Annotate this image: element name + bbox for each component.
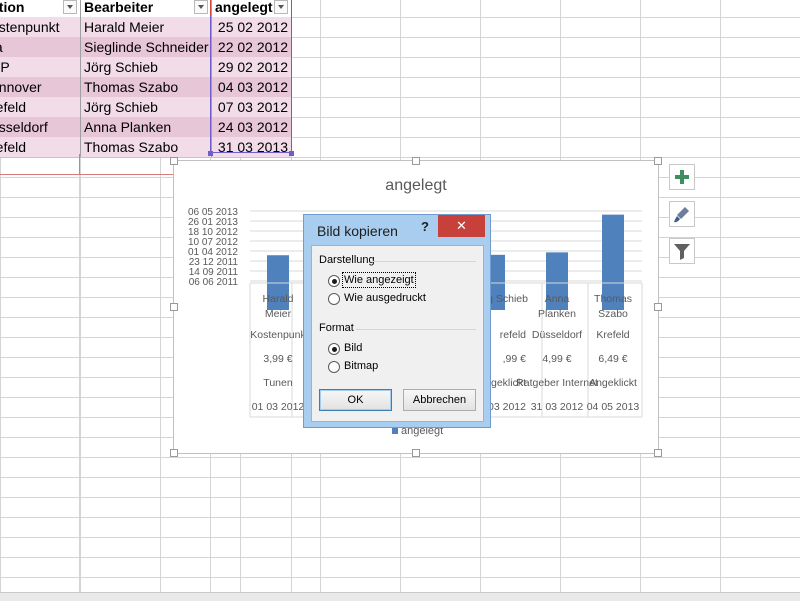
dialog-body: Darstellung Wie angezeigt Wie ausgedruck… [311,245,484,422]
data-table-cell: Ratgeber Internet [516,377,598,389]
close-icon: ✕ [456,218,467,233]
table-row[interactable]: fa Sieglinde Schneider 22 02 2012 [0,37,292,58]
filter-icon [674,244,690,260]
resize-handle[interactable] [412,157,420,165]
resize-handle[interactable] [654,157,662,165]
chart-styles-button[interactable] [669,201,695,227]
cell-bearbeiter[interactable]: Sieglinde Schneider [80,37,211,57]
cell-angelegt[interactable]: 29 02 2012 [211,57,291,77]
category-label: Planken [538,308,576,320]
label-picture[interactable]: Bild [344,342,362,354]
cell-aktion[interactable]: refeld [0,99,26,115]
appearance-group-label: Darstellung [319,254,375,266]
data-table-cell: 01 03 2012 [252,401,305,413]
resize-handle[interactable] [412,449,420,457]
data-table-cell: 04 05 2013 [587,401,640,413]
data-table-cell: Krefeld [596,329,629,341]
brush-icon [674,207,689,223]
data-table-cell: 4,99 € [542,353,571,365]
cell-bearbeiter[interactable]: Anna Planken [80,117,211,137]
cell-angelegt[interactable]: 22 02 2012 [211,37,291,57]
range-highlight-header [210,0,292,15]
radio-picture[interactable] [328,343,340,355]
radio-bitmap[interactable] [328,361,340,373]
data-table-cell: 03 2012 [488,401,526,413]
y-tick-label: 06 06 2011 [189,277,239,288]
cell-bearbeiter[interactable]: Harald Meier [80,17,211,37]
table-row[interactable]: XP Jörg Schieb 29 02 2012 [0,57,292,78]
data-table-cell: Kostenpunk [250,329,306,341]
resize-handle[interactable] [654,303,662,311]
category-label: Meier [265,308,292,320]
format-group-label: Format [319,322,354,334]
chart-filters-button[interactable] [669,238,695,264]
resize-handle[interactable] [170,303,178,311]
category-label: Harald [263,293,294,305]
legend-swatch [392,428,398,435]
label-as-shown-on-screen[interactable]: Wie angezeigt [342,272,416,288]
category-label: Anna [545,293,570,305]
radio-as-shown-on-screen[interactable] [328,275,340,287]
cell-bearbeiter[interactable]: Thomas Szabo [80,77,211,97]
cell-angelegt[interactable]: 07 03 2012 [211,97,291,117]
cell-aktion[interactable]: refeld [0,139,26,155]
table-row[interactable]: üsseldorf Anna Planken 24 03 2012 [0,117,292,138]
header-cell-bearbeiter[interactable]: Bearbeiter [80,0,211,17]
data-table-cell: Düsseldorf [532,329,582,341]
data-table-cell: ,99 € [503,353,527,365]
cell-aktion[interactable]: ostenpunkt [0,19,60,35]
data-table-cell: refeld [500,329,526,341]
filter-dropdown-aktion[interactable] [63,0,77,14]
cell-bearbeiter[interactable]: Jörg Schieb [80,97,211,117]
data-table-cell: Angeklickt [589,377,637,389]
category-label: Thomas [594,293,632,305]
data-table-cell: 6,49 € [598,353,627,365]
filter-dropdown-bearbeiter[interactable] [194,0,208,14]
cell-aktion[interactable]: XP [0,59,10,75]
cell-bearbeiter[interactable]: Jörg Schieb [80,57,211,77]
category-label: g Schieb [487,293,528,305]
chart-elements-button[interactable] [669,164,695,190]
data-table-cell: 3,99 € [263,353,292,365]
cancel-button[interactable]: Abbrechen [403,389,476,411]
radio-as-shown-when-printed[interactable] [328,293,340,305]
cell-angelegt[interactable]: 04 03 2012 [211,77,291,97]
label-as-shown-when-printed[interactable]: Wie ausgedruckt [344,292,426,304]
copy-picture-dialog[interactable]: Bild kopieren ? ✕ Darstellung Wie angeze… [303,214,491,428]
ok-button[interactable]: OK [319,389,392,411]
data-table-cell: 31 03 2012 [531,401,584,413]
cell-aktion[interactable]: annover [0,79,42,95]
dialog-title: Bild kopieren [317,223,398,239]
cell-angelegt[interactable]: 24 03 2012 [211,117,291,137]
cell-angelegt[interactable]: 25 02 2012 [211,17,291,37]
cell-aktion[interactable]: fa [0,39,3,55]
data-table-cell: Tunen [263,377,293,389]
close-button[interactable]: ✕ [438,215,485,237]
plus-icon [675,170,689,184]
resize-handle[interactable] [170,449,178,457]
table-row[interactable]: ostenpunkt Harald Meier 25 02 2012 [0,17,292,38]
resize-handle[interactable] [654,449,662,457]
label-bitmap[interactable]: Bitmap [344,360,378,372]
resize-handle[interactable] [170,157,178,165]
table-row[interactable]: annover Thomas Szabo 04 03 2012 [0,77,292,98]
category-label: Szabo [598,308,628,320]
cell-aktion[interactable]: üsseldorf [0,119,48,135]
table-row[interactable]: refeld Jörg Schieb 07 03 2012 [0,97,292,118]
help-icon[interactable]: ? [421,219,429,234]
